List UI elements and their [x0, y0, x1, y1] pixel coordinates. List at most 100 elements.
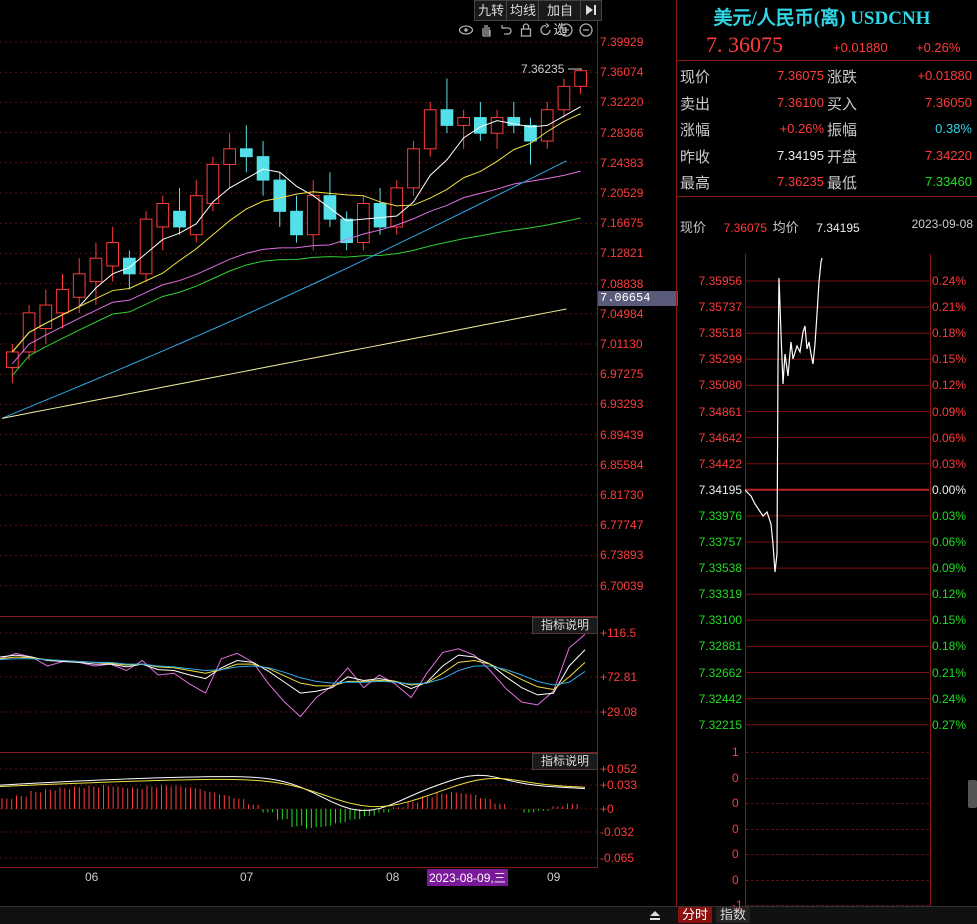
- volume-axis-label: 0: [732, 872, 739, 887]
- oscillator-axis-label: +116.5: [600, 626, 637, 640]
- intraday-price-label: 7.32881: [698, 639, 742, 654]
- quote-label: 现价: [680, 69, 711, 86]
- intraday-pct-label: 0.12%: [932, 378, 967, 393]
- intraday-pct-label: 0.00%: [932, 482, 967, 497]
- intraday-pct-label: 0.21%: [932, 665, 967, 680]
- intraday-price-label: 7.34195: [698, 482, 742, 497]
- price-change: +0.01880: [833, 40, 888, 55]
- macd-axis-label: -0.065: [600, 851, 635, 865]
- intraday-line-chart[interactable]: [745, 254, 929, 740]
- quote-label: 最低: [827, 175, 858, 192]
- candle-body: [557, 85, 571, 111]
- intraday-pct-label: 0.24%: [932, 691, 967, 706]
- price-axis-label: 6.70039: [600, 578, 644, 593]
- candle-body: [306, 195, 320, 236]
- intraday-pct-label: 0.27%: [932, 717, 967, 732]
- candle-body: [390, 187, 404, 228]
- intraday-pct-label: 0.03%: [932, 456, 967, 471]
- intraday-price-label: 7.32662: [698, 665, 742, 680]
- candle-body: [440, 109, 454, 126]
- intraday-price-label: 7.33319: [698, 587, 742, 602]
- price-axis-label: 6.97275: [600, 367, 644, 382]
- price-axis-label: 6.89439: [600, 427, 644, 442]
- volume-axis-label: 0: [732, 770, 739, 785]
- quote-label: 昨收: [680, 148, 711, 166]
- intraday-price-line: [745, 257, 823, 573]
- intraday-price-label: 7.34422: [698, 456, 742, 471]
- volume-axis-label: 0: [732, 821, 739, 836]
- price-change-pct: +0.26%: [916, 40, 961, 55]
- quote-value: 7.33460: [925, 174, 972, 189]
- high-price-marker: 7.36235: [521, 62, 565, 76]
- scroll-up-icon[interactable]: [648, 908, 662, 921]
- intraday-pct-label: 0.15%: [932, 352, 967, 367]
- volume-grid-line: [746, 854, 929, 855]
- price-axis-label: 7.20529: [600, 186, 644, 200]
- price-axis-label: 7.04984: [600, 306, 644, 321]
- intraday-price-label: 7.33100: [698, 613, 742, 628]
- volume-grid-line: [746, 777, 929, 779]
- nine-turn-button[interactable]: 九转: [474, 0, 508, 21]
- quote-value: 7.36100: [777, 94, 824, 110]
- intraday-pct-label: 0.06%: [932, 430, 967, 445]
- quote-value: 7.34220: [925, 147, 972, 163]
- volume-grid-line: [746, 879, 929, 881]
- intraday-pct-label: 0.12%: [932, 587, 967, 602]
- candle-body: [72, 273, 86, 298]
- intraday-price-label: 7.35737: [698, 300, 742, 315]
- candle-body: [206, 163, 220, 205]
- intraday-price-label: 7.35956: [698, 274, 742, 288]
- price-axis-label: 6.81730: [600, 488, 644, 502]
- intraday-avg: 7.34195: [816, 221, 860, 235]
- macd-chart[interactable]: [0, 753, 597, 867]
- intraday-price-label: 现价: [680, 220, 707, 235]
- price-axis-label: 7.24383: [600, 155, 644, 170]
- macd-axis-label: +0.033: [600, 778, 638, 792]
- x-label-09: 09: [547, 870, 561, 884]
- volume-axis-label: 0: [732, 847, 739, 861]
- intraday-header: 现价 7.36075 均价 7.34195 2023-09-08: [680, 217, 975, 236]
- intraday-pct-label: 0.18%: [932, 326, 967, 341]
- candle-body: [123, 257, 136, 275]
- instrument-title: 美元/人民币(离) USDCNH: [713, 8, 931, 29]
- price-axis-label: 7.39929: [600, 35, 644, 49]
- collapse-panel-button[interactable]: [580, 0, 602, 21]
- price-axis-label: 7.01130: [600, 337, 643, 351]
- quote-value: 0.38%: [935, 121, 972, 136]
- side-scroll-handle[interactable]: [968, 780, 977, 808]
- quote-value: 7.36235: [777, 174, 824, 189]
- add-watchlist-button[interactable]: 加自选: [538, 0, 582, 37]
- crosshair-date-label: 2023-08-09,三: [427, 869, 508, 886]
- volume-grid-line: [746, 905, 929, 906]
- bottom-bar: [0, 906, 977, 924]
- intraday-date: 2023-09-08: [911, 217, 973, 231]
- candle-body: [574, 70, 587, 87]
- quote-label: 开盘: [827, 148, 858, 166]
- collapse-right-icon: [586, 5, 596, 15]
- candlestick-chart[interactable]: [0, 20, 597, 616]
- intraday-pct-label: 0.09%: [932, 404, 967, 419]
- x-label-07: 07: [240, 870, 254, 884]
- intraday-price-label: 7.35080: [698, 378, 742, 393]
- intraday-pct-label: 0.21%: [932, 300, 967, 315]
- oscillator-chart[interactable]: [0, 617, 597, 752]
- price-axis-label: 7.16675: [600, 216, 644, 231]
- intraday-price-label: 7.33757: [698, 535, 742, 549]
- tab-intraday[interactable]: 分时: [678, 907, 712, 923]
- intraday-price-label: 7.32215: [698, 717, 742, 732]
- last-price: 7. 36075: [706, 32, 783, 57]
- candle-body: [457, 117, 470, 126]
- ma-button[interactable]: 均线: [506, 0, 540, 21]
- quote-divider-2: [676, 196, 977, 197]
- intraday-price-label: 7.33976: [698, 508, 742, 523]
- price-axis-label: 7.12821: [600, 246, 644, 261]
- price-axis-label: 7.08838: [600, 276, 644, 291]
- volume-axis-label: -1: [732, 898, 743, 912]
- quote-label: 涨幅: [680, 122, 711, 139]
- intraday-pct-label: 0.09%: [932, 561, 967, 576]
- candle-body: [323, 195, 337, 220]
- macd-axis-label: +0: [600, 802, 614, 816]
- quote-value: +0.26%: [779, 121, 824, 136]
- intraday-avg-label: 均价: [772, 220, 799, 235]
- intraday-volume-panel[interactable]: [745, 740, 931, 906]
